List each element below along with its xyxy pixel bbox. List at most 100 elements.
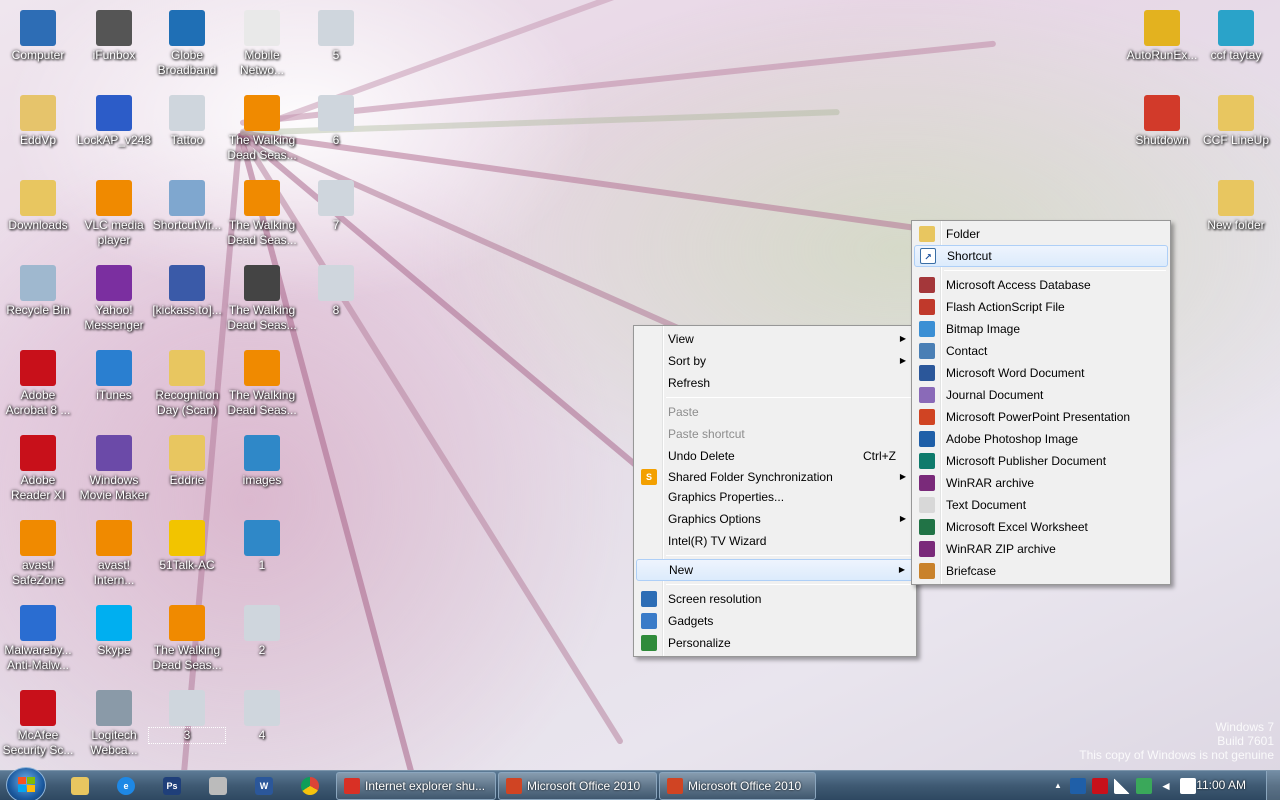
desktop-icon[interactable]: Skype bbox=[76, 605, 152, 658]
new-submenu-item[interactable]: Microsoft PowerPoint Presentation bbox=[914, 406, 1168, 428]
taskbar-window-button[interactable]: Microsoft Office 2010 bbox=[498, 772, 657, 800]
menu-item-view[interactable]: View ▶ bbox=[636, 328, 914, 350]
desktop-icon[interactable]: 4 bbox=[224, 690, 300, 743]
desktop-icon[interactable]: Computer bbox=[0, 10, 76, 63]
pinned-word[interactable]: W bbox=[244, 773, 284, 799]
start-button[interactable] bbox=[6, 767, 46, 800]
menu-item-graphics-options[interactable]: Graphics Options ▶ bbox=[636, 508, 914, 530]
new-submenu-item[interactable]: Microsoft Excel Worksheet bbox=[914, 516, 1168, 538]
desktop-icon[interactable]: CCF LineUp bbox=[1198, 95, 1274, 148]
menu-item-shared-folder-sync[interactable]: S Shared Folder Synchronization ▶ bbox=[636, 467, 914, 487]
desktop-icon-label: Malwareby... Anti-Malw... bbox=[4, 643, 72, 672]
tray-flag-icon[interactable] bbox=[1180, 778, 1196, 794]
show-desktop-button[interactable] bbox=[1266, 771, 1280, 800]
desktop-icon-label: Globe Broadband bbox=[157, 48, 217, 77]
desktop-icon[interactable]: 3 bbox=[148, 690, 226, 744]
desktop-icon[interactable]: Adobe Reader XI bbox=[0, 435, 76, 503]
menu-item-personalize[interactable]: Personalize bbox=[636, 632, 914, 654]
menu-item-undo-delete[interactable]: Undo Delete Ctrl+Z bbox=[636, 445, 914, 467]
new-folder-item[interactable]: Folder bbox=[914, 223, 1168, 245]
desktop-icon[interactable]: AutoRunEx... bbox=[1124, 10, 1200, 63]
gadgets-icon bbox=[641, 613, 657, 629]
desktop-icon[interactable]: Globe Broadband bbox=[149, 10, 225, 78]
desktop-icon-label: Computer bbox=[11, 48, 65, 62]
desktop-icon[interactable]: avast! SafeZone bbox=[0, 520, 76, 588]
menu-item-sort-by[interactable]: Sort by ▶ bbox=[636, 350, 914, 372]
new-submenu-item[interactable]: Journal Document bbox=[914, 384, 1168, 406]
desktop-icon-label: Tattoo bbox=[170, 133, 204, 147]
tray-app-icon[interactable] bbox=[1070, 778, 1086, 794]
pinned-internet-explorer[interactable]: e bbox=[106, 773, 146, 799]
desktop-icon[interactable]: [kickass.to]... bbox=[149, 265, 225, 318]
desktop-icon[interactable]: 8 bbox=[298, 265, 374, 318]
desktop-icon[interactable]: 6 bbox=[298, 95, 374, 148]
taskbar-window-button[interactable]: Internet explorer shu... bbox=[336, 772, 496, 800]
taskbar-window-button[interactable]: Microsoft Office 2010 bbox=[659, 772, 816, 800]
new-submenu-item[interactable]: WinRAR ZIP archive bbox=[914, 538, 1168, 560]
desktop-icon[interactable]: The Walking Dead Seas... bbox=[224, 350, 300, 418]
menu-item-screen-resolution[interactable]: Screen resolution bbox=[636, 588, 914, 610]
desktop-icon[interactable]: VLC media player bbox=[76, 180, 152, 248]
new-shortcut-item[interactable]: ↗ Shortcut bbox=[914, 245, 1168, 267]
desktop-icon[interactable]: EddVp bbox=[0, 95, 76, 148]
desktop-icon[interactable]: Yahoo! Messenger bbox=[76, 265, 152, 333]
volume-icon[interactable]: ◄ bbox=[1158, 778, 1174, 794]
desktop-icon-label: 7 bbox=[332, 218, 340, 232]
desktop-icon[interactable]: 51Talk-AC bbox=[149, 520, 225, 573]
desktop-icon[interactable]: Eddrie bbox=[149, 435, 225, 488]
new-submenu-item[interactable]: Bitmap Image bbox=[914, 318, 1168, 340]
new-submenu-item[interactable]: WinRAR archive bbox=[914, 472, 1168, 494]
desktop-icon[interactable]: Downloads bbox=[0, 180, 76, 233]
desktop-icon[interactable]: Recycle Bin bbox=[0, 265, 76, 318]
desktop-icon[interactable]: 5 bbox=[298, 10, 374, 63]
desktop-icon[interactable]: avast! Intern... bbox=[76, 520, 152, 588]
desktop-icon-label: 4 bbox=[258, 728, 266, 742]
desktop-icon[interactable]: The Walking Dead Seas... bbox=[224, 95, 300, 163]
tray-security-icon[interactable] bbox=[1136, 778, 1152, 794]
desktop-icon[interactable]: 7 bbox=[298, 180, 374, 233]
new-submenu-item[interactable]: Flash ActionScript File bbox=[914, 296, 1168, 318]
pinned-chrome[interactable] bbox=[290, 773, 330, 799]
menu-item-graphics-properties[interactable]: Graphics Properties... bbox=[636, 487, 914, 508]
desktop-icon[interactable]: Adobe Acrobat 8 ... bbox=[0, 350, 76, 418]
desktop-icon[interactable]: The Walking Dead Seas... bbox=[224, 180, 300, 248]
desktop-icon[interactable]: 1 bbox=[224, 520, 300, 573]
pinned-explorer[interactable] bbox=[60, 773, 100, 799]
network-signal-icon[interactable] bbox=[1114, 778, 1130, 794]
desktop-icon[interactable]: Malwareby... Anti-Malw... bbox=[0, 605, 76, 673]
desktop-icon[interactable]: iTunes bbox=[76, 350, 152, 403]
desktop-icon[interactable]: Windows Movie Maker bbox=[76, 435, 152, 503]
new-submenu-item[interactable]: Microsoft Access Database bbox=[914, 274, 1168, 296]
desktop-icon[interactable]: McAfee Security Sc... bbox=[0, 690, 76, 758]
desktop-icon[interactable]: 2 bbox=[224, 605, 300, 658]
desktop-icon[interactable]: Recognition Day (Scan) bbox=[149, 350, 225, 418]
new-submenu-item-label: Adobe Photoshop Image bbox=[946, 432, 1079, 446]
desktop-icon[interactable]: images bbox=[224, 435, 300, 488]
menu-item-intel-tv-wizard[interactable]: Intel(R) TV Wizard bbox=[636, 530, 914, 552]
new-submenu-item[interactable]: Microsoft Publisher Document bbox=[914, 450, 1168, 472]
taskbar-clock[interactable]: 11:00 AM bbox=[1196, 778, 1246, 792]
desktop-icon[interactable]: Mobile Netwo... bbox=[224, 10, 300, 78]
desktop-icon[interactable]: ccf taytay bbox=[1198, 10, 1274, 63]
new-submenu-item[interactable]: Adobe Photoshop Image bbox=[914, 428, 1168, 450]
desktop-icon[interactable]: New folder bbox=[1198, 180, 1274, 233]
desktop-icon[interactable]: The Walking Dead Seas... bbox=[149, 605, 225, 673]
new-submenu-item[interactable]: Text Document bbox=[914, 494, 1168, 516]
desktop-icon[interactable]: The Walking Dead Seas... bbox=[224, 265, 300, 333]
desktop-icon[interactable]: Shutdown bbox=[1124, 95, 1200, 148]
menu-item-refresh[interactable]: Refresh bbox=[636, 372, 914, 394]
new-submenu-item[interactable]: Microsoft Word Document bbox=[914, 362, 1168, 384]
pinned-photoshop[interactable]: Ps bbox=[152, 773, 192, 799]
new-submenu-item[interactable]: Contact bbox=[914, 340, 1168, 362]
menu-item-new[interactable]: New ▶ bbox=[636, 559, 914, 581]
new-submenu-item[interactable]: Briefcase bbox=[914, 560, 1168, 582]
desktop-icon[interactable]: ShortcutVir... bbox=[149, 180, 225, 233]
desktop-icon[interactable]: Logitech Webca... bbox=[76, 690, 152, 758]
tray-antivirus-icon[interactable] bbox=[1092, 778, 1108, 794]
desktop-icon[interactable]: Tattoo bbox=[149, 95, 225, 148]
desktop-icon[interactable]: LockAP_v243 bbox=[76, 95, 152, 148]
pinned-app[interactable] bbox=[198, 773, 238, 799]
show-hidden-icons-icon[interactable]: ▲ bbox=[1050, 778, 1066, 794]
menu-item-gadgets[interactable]: Gadgets bbox=[636, 610, 914, 632]
desktop-icon[interactable]: iFunbox bbox=[76, 10, 152, 63]
